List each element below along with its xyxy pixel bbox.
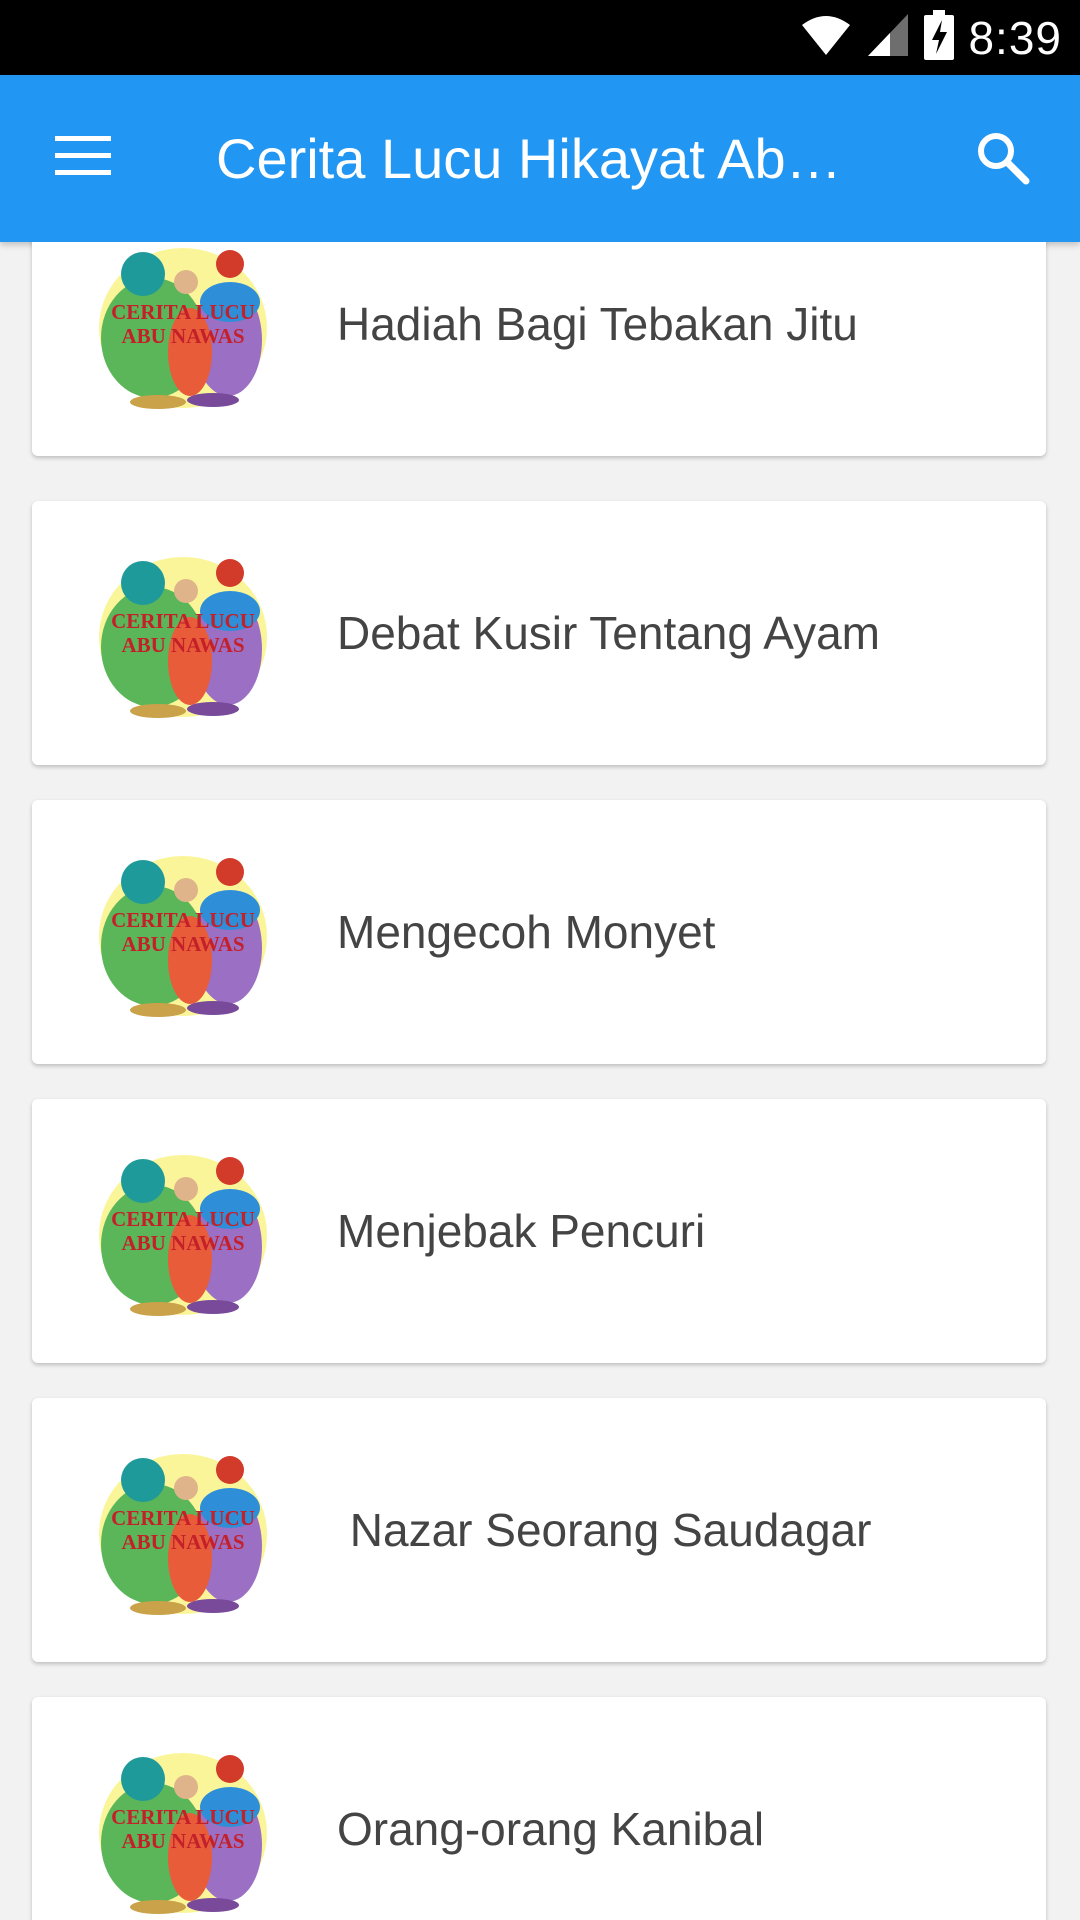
- thumbnail-label: CERITA LUCU ABU NAWAS: [98, 1506, 268, 1554]
- status-icons: 8:39: [800, 0, 1062, 75]
- thumbnail-label: CERITA LUCU ABU NAWAS: [98, 1207, 268, 1255]
- story-thumbnail: CERITA LUCU ABU NAWAS: [98, 551, 268, 719]
- story-card[interactable]: CERITA LUCU ABU NAWAS Mengecoh Monyet: [32, 800, 1046, 1064]
- story-title: Orang-orang Kanibal: [337, 1803, 765, 1855]
- battery-charging-icon: [924, 10, 955, 65]
- thumbnail-label-bottom: ABU NAWAS: [121, 932, 245, 956]
- thumbnail-label-bottom: ABU NAWAS: [121, 1231, 245, 1255]
- thumbnail-label: CERITA LUCU ABU NAWAS: [98, 908, 268, 956]
- story-thumbnail: CERITA LUCU ABU NAWAS: [98, 1448, 268, 1616]
- story-title: Menjebak Pencuri: [337, 1205, 706, 1257]
- story-thumbnail: CERITA LUCU ABU NAWAS: [98, 1149, 268, 1317]
- story-card[interactable]: CERITA LUCU ABU NAWAS Orang-orang Kanibal: [32, 1697, 1046, 1920]
- menu-button[interactable]: [38, 123, 128, 193]
- story-title: Mengecoh Monyet: [337, 906, 716, 958]
- thumbnail-label-bottom: ABU NAWAS: [121, 324, 245, 348]
- status-bar: 8:39: [0, 0, 1080, 75]
- app-bar: Cerita Lucu Hikayat Ab…: [0, 75, 1080, 242]
- story-thumbnail: CERITA LUCU ABU NAWAS: [98, 1747, 268, 1915]
- thumbnail-label-top: CERITA LUCU: [111, 1207, 255, 1231]
- status-time: 8:39: [968, 11, 1062, 64]
- hamburger-menu-icon: [55, 135, 111, 181]
- thumbnail-label-bottom: ABU NAWAS: [121, 1829, 245, 1853]
- story-thumbnail: CERITA LUCU ABU NAWAS: [98, 850, 268, 1018]
- thumbnail-label: CERITA LUCU ABU NAWAS: [98, 609, 268, 657]
- thumbnail-label-top: CERITA LUCU: [111, 300, 255, 324]
- thumbnail-label-bottom: ABU NAWAS: [121, 633, 245, 657]
- story-thumbnail: CERITA LUCU ABU NAWAS: [98, 242, 268, 410]
- story-card[interactable]: CERITA LUCU ABU NAWAS Menjebak Pencuri: [32, 1099, 1046, 1363]
- thumbnail-label-bottom: ABU NAWAS: [121, 1530, 245, 1554]
- thumbnail-label-top: CERITA LUCU: [111, 1506, 255, 1530]
- thumbnail-label: CERITA LUCU ABU NAWAS: [98, 300, 268, 348]
- signal-icon: [866, 12, 910, 63]
- story-card[interactable]: CERITA LUCU ABU NAWAS Debat Kusir Tentang …: [32, 501, 1046, 765]
- thumbnail-label-top: CERITA LUCU: [111, 609, 255, 633]
- story-title: Nazar Seorang Saudagar: [337, 1504, 872, 1556]
- app-title: Cerita Lucu Hikayat Ab…: [216, 127, 842, 190]
- story-card[interactable]: CERITA LUCU ABU NAWAS Hadiah Bagi Tebakan …: [32, 242, 1046, 456]
- story-title: Hadiah Bagi Tebakan Jitu: [337, 298, 858, 350]
- thumbnail-label-top: CERITA LUCU: [111, 908, 255, 932]
- story-list[interactable]: CERITA LUCU ABU NAWAS Hadiah Bagi Tebakan …: [0, 242, 1080, 1920]
- search-button[interactable]: [962, 119, 1042, 199]
- thumbnail-label-top: CERITA LUCU: [111, 1805, 255, 1829]
- wifi-icon: [800, 13, 852, 62]
- search-icon: [974, 129, 1030, 190]
- story-card[interactable]: CERITA LUCU ABU NAWAS Nazar Seorang Sauda…: [32, 1398, 1046, 1662]
- story-title: Debat Kusir Tentang Ayam: [337, 607, 880, 659]
- thumbnail-label: CERITA LUCU ABU NAWAS: [98, 1805, 268, 1853]
